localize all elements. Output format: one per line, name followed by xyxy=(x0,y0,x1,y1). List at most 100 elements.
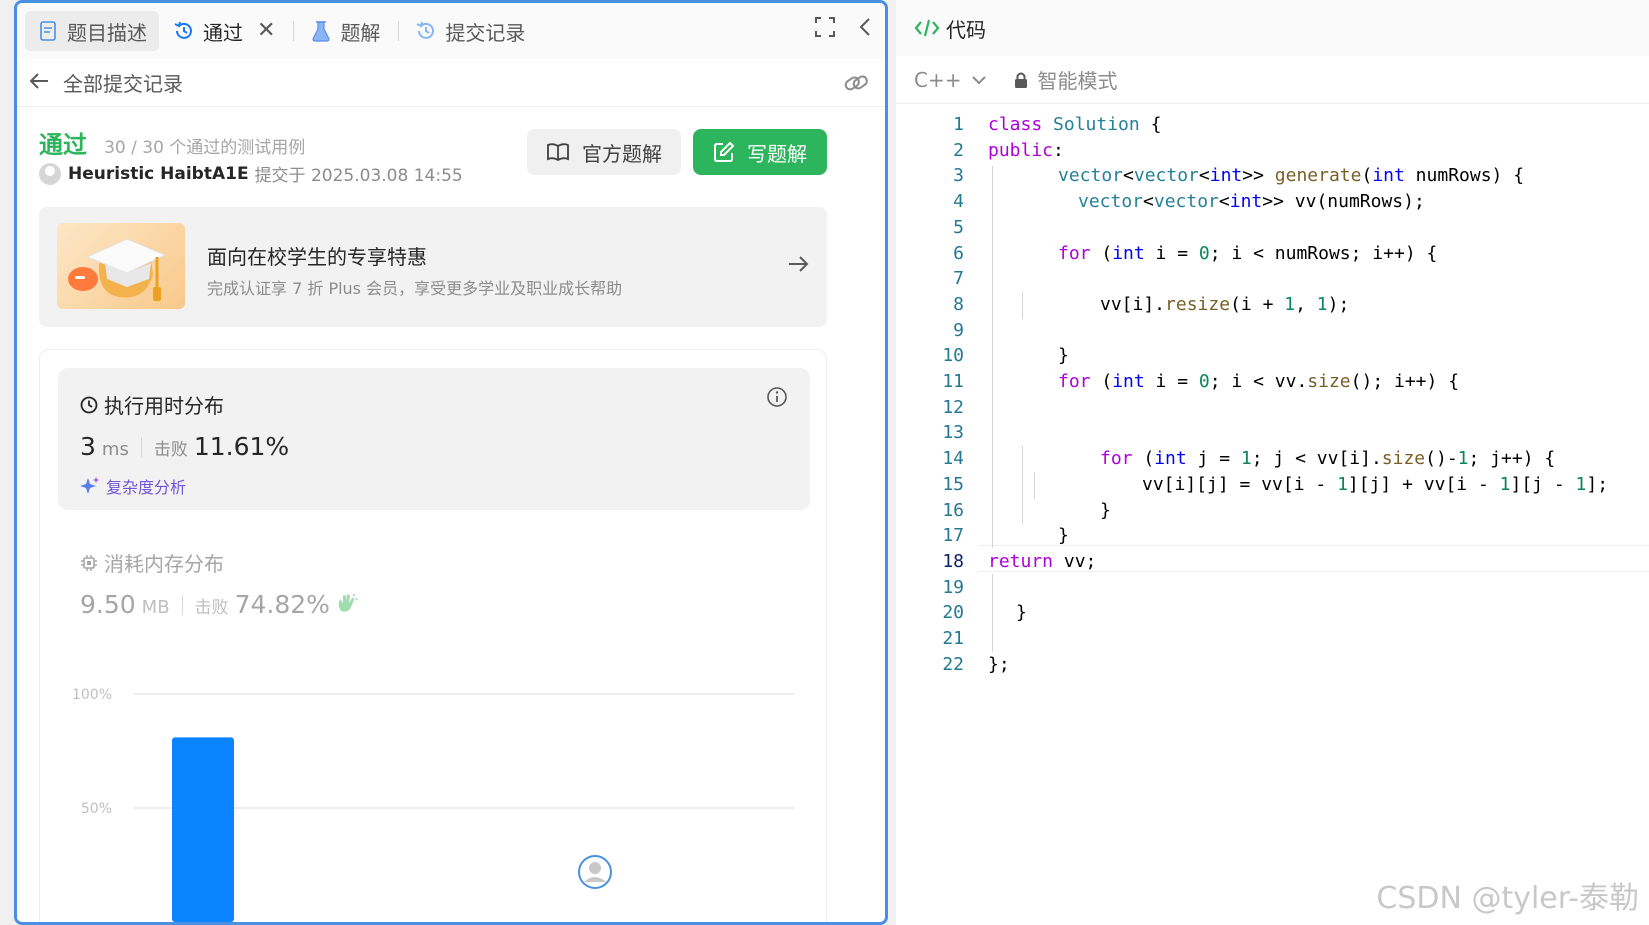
code-line[interactable]: 8 vv[i].resize(i + 1, 1); xyxy=(896,292,1649,319)
panel-resize-handle[interactable] xyxy=(889,0,895,925)
line-number: 14 xyxy=(942,448,964,470)
line-number: 21 xyxy=(942,628,964,649)
performance-stats-card: 执行用时分布 3 ms 击败 11.61% 复杂度分析 消耗内存分布 9.50 … xyxy=(39,349,827,922)
code-line[interactable]: 2 public: xyxy=(896,138,1649,165)
code-text: public: xyxy=(988,139,1064,161)
code-line[interactable]: 14 for (int j = 1; j < vv[i].size()-1; j+… xyxy=(896,446,1649,473)
code-line[interactable]: 20} xyxy=(896,600,1649,627)
value-divider xyxy=(140,437,142,457)
line-number: 5 xyxy=(953,216,964,238)
code-line[interactable]: 6 for (int i = 0; i < numRows; i++) { xyxy=(896,241,1649,268)
tab-passed[interactable]: 通过 ✕ xyxy=(161,11,287,51)
line-number: 6 xyxy=(953,242,964,264)
value-divider xyxy=(181,595,183,615)
runtime-histogram: 100% 50% xyxy=(72,687,794,922)
code-line[interactable]: 1 class Solution { xyxy=(896,112,1649,139)
runtime-value: 3 ms 击败 11.61% xyxy=(80,432,289,461)
code-line[interactable]: 10} xyxy=(896,343,1649,370)
back-arrow-icon[interactable] xyxy=(29,72,49,94)
tab-solutions[interactable]: 题解 xyxy=(298,11,392,51)
fullscreen-icon[interactable] xyxy=(815,17,835,41)
code-line[interactable]: 9 xyxy=(896,318,1649,345)
code-line[interactable]: 16} xyxy=(896,498,1649,525)
line-number: 12 xyxy=(942,396,964,418)
code-text: } xyxy=(1016,602,1027,624)
tab-divider xyxy=(293,21,295,41)
info-icon[interactable] xyxy=(766,386,788,412)
code-text: }; xyxy=(988,653,1010,675)
chevron-left-icon[interactable] xyxy=(859,17,871,41)
arrow-right-icon[interactable] xyxy=(787,255,809,277)
code-line[interactable]: 22}; xyxy=(896,652,1649,679)
test-cases-summary: 30 / 30 个通过的测试用例 xyxy=(104,138,306,158)
student-promo-banner[interactable]: 面向在校学生的专享特惠 完成认证享 7 折 Plus 会员，享受更多学业及职业成… xyxy=(39,207,827,327)
line-number: 10 xyxy=(942,345,964,367)
mode-label: 智能模式 xyxy=(1037,69,1118,93)
memory-unit: MB xyxy=(141,597,170,618)
write-solution-button[interactable]: 写题解 xyxy=(693,129,827,175)
code-line[interactable]: 3 vector<vector<int>> generate(int numRow… xyxy=(896,163,1649,190)
book-icon xyxy=(546,142,570,162)
line-number: 19 xyxy=(942,576,964,598)
chip-icon xyxy=(80,554,98,572)
code-text: class Solution { xyxy=(988,114,1162,135)
code-line[interactable]: 12 xyxy=(896,395,1649,422)
avatar[interactable] xyxy=(39,162,61,185)
all-submissions-title[interactable]: 全部提交记录 xyxy=(63,68,183,97)
line-number: 8 xyxy=(953,293,964,315)
code-text: } xyxy=(1100,499,1111,521)
runtime-title-label: 执行用时分布 xyxy=(104,394,224,418)
code-line[interactable]: 11 for (int i = 0; i < vv.size(); i++) { xyxy=(896,369,1649,396)
chevron-down-icon xyxy=(971,75,987,85)
histogram-bar[interactable] xyxy=(172,737,234,922)
flask-icon xyxy=(310,20,332,42)
beat-label: 击败 xyxy=(153,440,188,460)
code-line[interactable]: 5 xyxy=(896,215,1649,242)
line-number: 7 xyxy=(953,268,964,290)
sparkle-icon xyxy=(80,476,100,496)
write-solution-label: 写题解 xyxy=(747,141,807,166)
lock-icon xyxy=(1013,71,1029,89)
y-tick-label: 100% xyxy=(72,687,112,703)
code-editor[interactable]: 1 class Solution {2 public: 3 vector<vector<… xyxy=(896,112,1649,925)
code-line[interactable]: 4 vector<vector<int>> vv(numRows); xyxy=(896,189,1649,216)
runtime-ms: 3 xyxy=(80,432,96,461)
promo-subtitle: 完成认证享 7 折 Plus 会员，享受更多学业及职业成长帮助 xyxy=(207,279,623,298)
line-number: 11 xyxy=(942,371,964,392)
history-icon xyxy=(415,20,437,42)
submission-panel: 题目描述 通过 ✕ 题解 提交记录 全部提交记录 通过 30 / 30 个通过的… xyxy=(14,0,888,925)
smart-mode-toggle[interactable]: 智能模式 xyxy=(1013,65,1117,94)
code-toolbar: C++ 智能模式 xyxy=(896,56,1649,104)
link-icon[interactable] xyxy=(843,71,869,99)
promo-title: 面向在校学生的专享特惠 xyxy=(207,245,427,269)
close-icon[interactable]: ✕ xyxy=(257,20,275,42)
code-text: return vv; xyxy=(988,550,1097,572)
language-select[interactable]: C++ xyxy=(914,68,987,92)
code-line[interactable]: 21 xyxy=(896,626,1649,653)
complexity-analysis-link[interactable]: 复杂度分析 xyxy=(80,474,186,498)
code-line[interactable]: 15 vv[i][j] = vv[i - 1][j] + vv[i - 1][j … xyxy=(896,472,1649,499)
line-number: 17 xyxy=(942,525,964,547)
official-solution-button[interactable]: 官方题解 xyxy=(527,129,681,175)
code-panel: 代码 C++ 智能模式 1 class Solution {2 public: … xyxy=(896,0,1649,925)
code-line[interactable]: 18 return vv; xyxy=(896,549,1649,576)
runtime-distribution[interactable]: 执行用时分布 3 ms 击败 11.61% 复杂度分析 xyxy=(58,368,810,510)
language-label: C++ xyxy=(914,67,962,92)
code-line[interactable]: 7 xyxy=(896,266,1649,293)
tab-submissions[interactable]: 提交记录 xyxy=(403,11,537,51)
user-position-marker xyxy=(578,855,612,889)
code-line[interactable]: 19 xyxy=(896,575,1649,602)
graduation-cap-illustration xyxy=(57,223,185,309)
tab-description[interactable]: 题目描述 xyxy=(25,11,159,51)
y-tick-label: 50% xyxy=(81,801,112,817)
submission-subheader: 全部提交记录 xyxy=(17,59,885,107)
code-text: } xyxy=(1058,345,1069,367)
code-header: 代码 xyxy=(896,0,1649,56)
code-line[interactable]: 17} xyxy=(896,523,1649,550)
runtime-beat-percent: 11.61% xyxy=(193,432,290,461)
runtime-title: 执行用时分布 xyxy=(80,390,224,419)
line-number: 9 xyxy=(953,319,964,341)
memory-title[interactable]: 消耗内存分布 xyxy=(80,548,224,577)
username[interactable]: Heuristic HaibtA1E xyxy=(68,164,249,184)
code-line[interactable]: 13 xyxy=(896,420,1649,447)
